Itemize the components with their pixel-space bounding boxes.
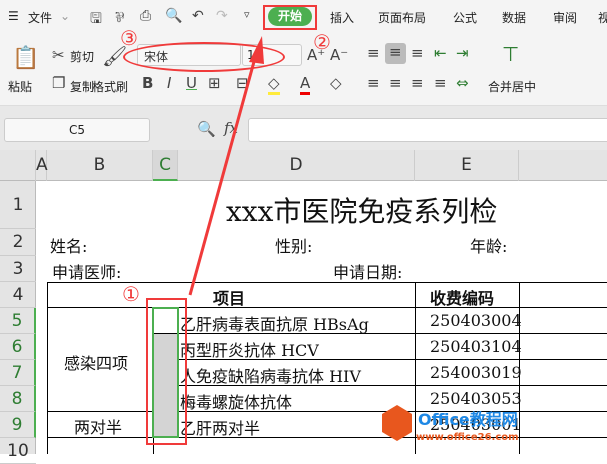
annotation-arrow [188, 36, 264, 296]
watermark-brand: Office教程网 [418, 410, 518, 429]
watermark-url: www.office26.com [416, 432, 519, 443]
